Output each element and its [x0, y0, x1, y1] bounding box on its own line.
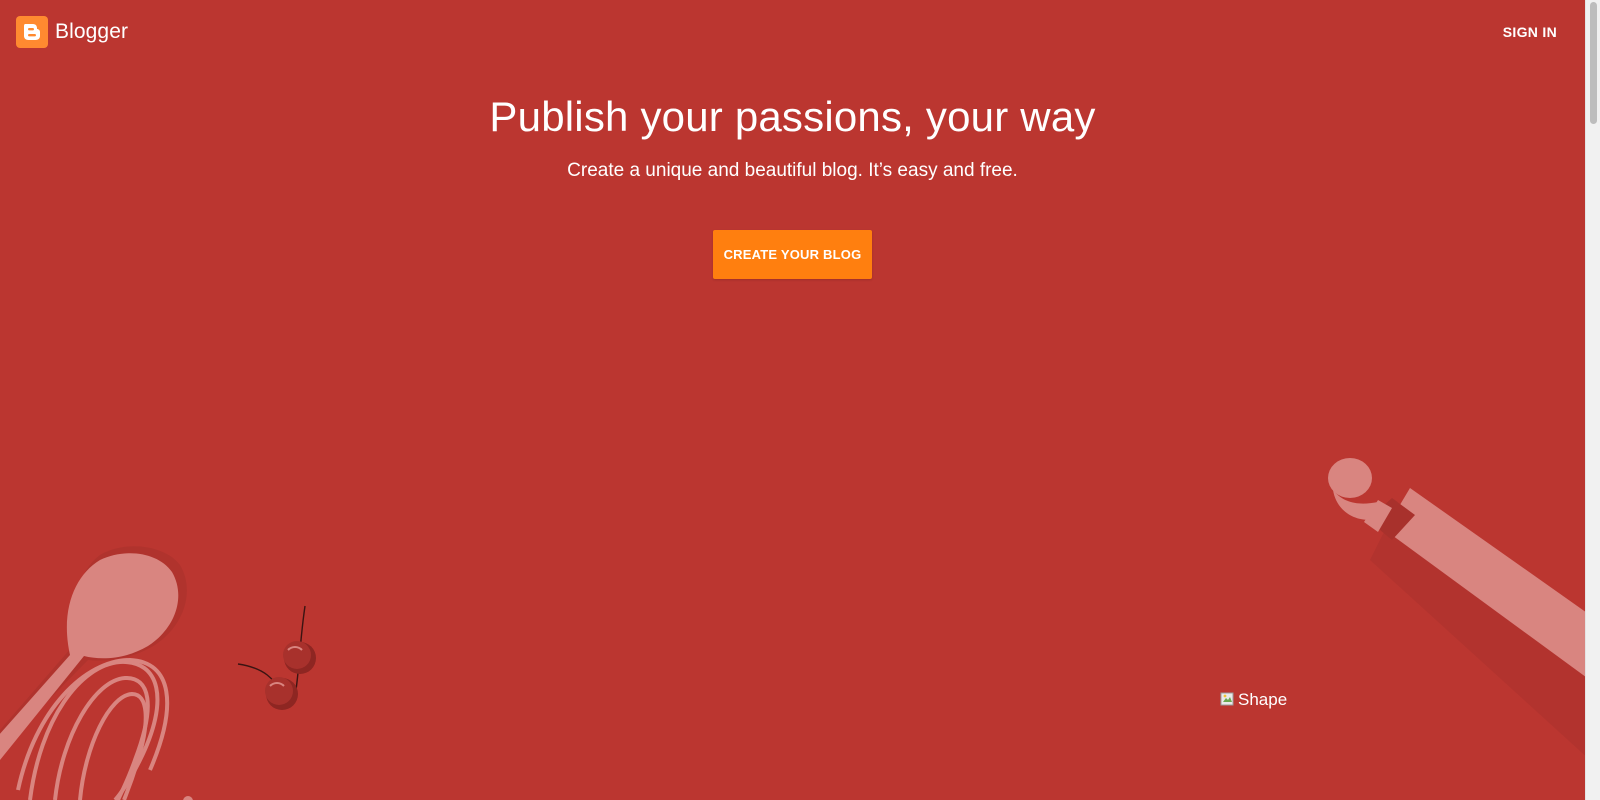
broken-image-icon: [1220, 692, 1234, 706]
scrollbar-thumb[interactable]: [1590, 2, 1597, 124]
blogger-landing-page: Blogger SIGN IN Publish your passions, y…: [0, 0, 1585, 800]
blogger-logo[interactable]: Blogger: [16, 16, 128, 48]
hero-subtitle: Create a unique and beautiful blog. It’s…: [567, 160, 1018, 181]
wooden-spoon-icon: [0, 546, 187, 760]
broken-image: Shape: [1220, 690, 1287, 710]
brand-name: Blogger: [55, 20, 129, 43]
broken-image-alt-text: Shape: [1238, 690, 1288, 709]
vertical-scrollbar[interactable]: [1585, 0, 1600, 800]
create-blog-button[interactable]: CREATE YOUR BLOG: [713, 230, 872, 279]
sign-in-link[interactable]: SIGN IN: [1503, 24, 1557, 40]
blogger-logo-icon: [16, 16, 48, 48]
utensil-tip-icon: [183, 796, 193, 800]
hero-title: Publish your passions, your way: [489, 93, 1096, 140]
whisk-icon: [16, 657, 170, 800]
cherries-icon: [237, 605, 316, 710]
rolling-pin-icon: [1328, 458, 1585, 756]
